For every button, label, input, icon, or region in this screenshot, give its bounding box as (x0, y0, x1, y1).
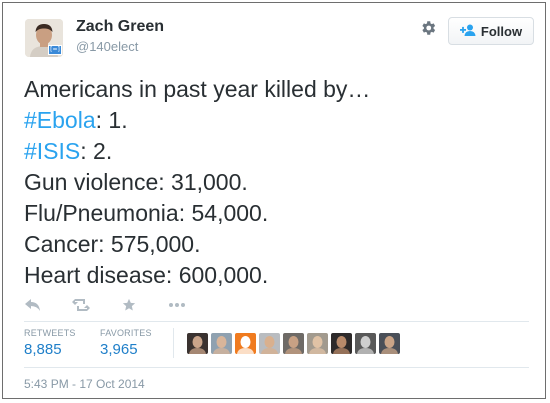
tweet-line-text: : 1. (95, 107, 128, 133)
reply-icon[interactable] (24, 297, 42, 313)
favoriter-avatar[interactable] (355, 333, 376, 354)
retweet-icon[interactable] (72, 297, 90, 313)
verified-badge: [=] (48, 45, 62, 55)
hashtag-link[interactable]: #ISIS (24, 138, 80, 164)
timestamp[interactable]: 5:43 PM - 17 Oct 2014 (24, 377, 145, 391)
star-icon[interactable] (120, 297, 138, 313)
favoriter-avatar[interactable] (331, 333, 352, 354)
avatar[interactable]: [=] (25, 19, 63, 57)
divider (24, 321, 529, 322)
retweets-count[interactable]: 8,885 (24, 341, 62, 358)
divider (24, 367, 529, 368)
add-user-icon (459, 24, 476, 39)
tweet-line: Americans in past year killed by… (24, 74, 524, 105)
tweet-line-text: : 2. (80, 138, 113, 164)
tweet-line: Gun violence: 31,000. (24, 167, 524, 198)
favorites-count[interactable]: 3,965 (100, 341, 138, 358)
tweet-card: [=] Zach Green @140elect Follow American… (2, 2, 546, 399)
follow-button-label: Follow (480, 23, 523, 39)
tweet-line: #Ebola: 1. (24, 105, 524, 136)
hashtag-link[interactable]: #Ebola (24, 107, 96, 133)
favoriter-avatar[interactable] (307, 333, 328, 354)
favoriter-avatar[interactable] (211, 333, 232, 354)
tweet-line: #ISIS: 2. (24, 136, 524, 167)
retweets-label: RETWEETS (24, 328, 76, 338)
tweet-line: Cancer: 575,000. (24, 229, 524, 260)
more-icon[interactable] (168, 297, 186, 313)
tweet-line-text: Heart disease: 600,000. (24, 262, 269, 288)
tweet-line: Heart disease: 600,000. (24, 260, 524, 291)
favoriter-avatar[interactable] (259, 333, 280, 354)
tweet-text: Americans in past year killed by… #Ebola… (24, 74, 524, 291)
gear-icon[interactable] (417, 17, 439, 39)
tweet-line-text: Americans in past year killed by… (24, 76, 371, 102)
tweet-line-text: Gun violence: 31,000. (24, 169, 248, 195)
tweet-line-text: Flu/Pneumonia: 54,000. (24, 200, 269, 226)
user-handle[interactable]: @140elect (76, 39, 138, 54)
favoriter-avatars (187, 333, 400, 354)
follow-button[interactable]: Follow (448, 17, 534, 45)
tweet-line-text: Cancer: 575,000. (24, 231, 201, 257)
favoriter-avatar[interactable] (283, 333, 304, 354)
tweet-line: Flu/Pneumonia: 54,000. (24, 198, 524, 229)
tweet-actions (24, 296, 186, 314)
favorites-label: FAVORITES (100, 328, 152, 338)
user-name[interactable]: Zach Green (76, 18, 164, 36)
favoriter-avatar[interactable] (235, 333, 256, 354)
stats-separator (173, 328, 174, 358)
favoriter-avatar[interactable] (379, 333, 400, 354)
favoriter-avatar[interactable] (187, 333, 208, 354)
